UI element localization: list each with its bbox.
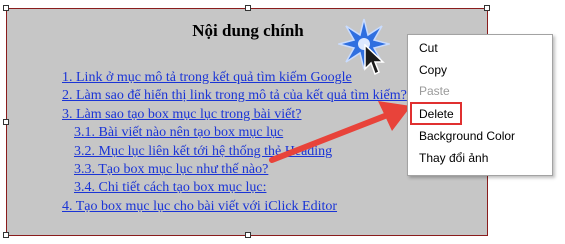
resize-handle-bottom-center[interactable]	[245, 232, 251, 238]
resize-handle-bottom-left[interactable]	[3, 232, 9, 238]
menu-item-background-color[interactable]: Background Color	[419, 126, 515, 146]
menu-item-change-image[interactable]: Thay đổi ảnh	[419, 148, 488, 168]
menu-item-cut[interactable]: Cut	[419, 38, 438, 58]
toc-link[interactable]: 1. Link ở mục mô tả trong kết quả tìm ki…	[62, 70, 352, 85]
toc-item: 4. Tạo box mục lục cho bài viết với iCli…	[62, 196, 407, 214]
resize-handle-top-left[interactable]	[3, 5, 9, 11]
menu-item-copy[interactable]: Copy	[419, 60, 447, 80]
toc-link[interactable]: 4. Tạo box mục lục cho bài viết với iCli…	[62, 199, 337, 214]
resize-handle-middle-left[interactable]	[3, 119, 9, 125]
menu-item-paste: Paste	[419, 84, 450, 98]
toc-link[interactable]: 3.3. Tạo box mục lục như thế nào?	[74, 162, 268, 177]
resize-handle-top-right[interactable]	[484, 5, 490, 11]
context-menu: Cut Copy Paste Delete Background Color T…	[407, 34, 553, 176]
menu-item-delete[interactable]: Delete	[419, 104, 454, 124]
toc-link[interactable]: 3. Làm sao tạo box mục lục trong bài viế…	[62, 107, 302, 122]
annotation-arrow	[269, 101, 411, 163]
toc-link[interactable]: 3.4. Chi tiết cách tạo box mục lục:	[74, 180, 266, 195]
mouse-pointer-icon	[364, 44, 385, 76]
resize-handle-top-center[interactable]	[245, 5, 251, 11]
toc-link[interactable]: 3.1. Bài viết nào nên tạo box mục lục	[74, 125, 283, 140]
screenshot-canvas: Nội dung chính 1. Link ở mục mô tả trong…	[0, 0, 565, 244]
toc-subitem: 3.4. Chi tiết cách tạo box mục lục:	[62, 177, 407, 195]
